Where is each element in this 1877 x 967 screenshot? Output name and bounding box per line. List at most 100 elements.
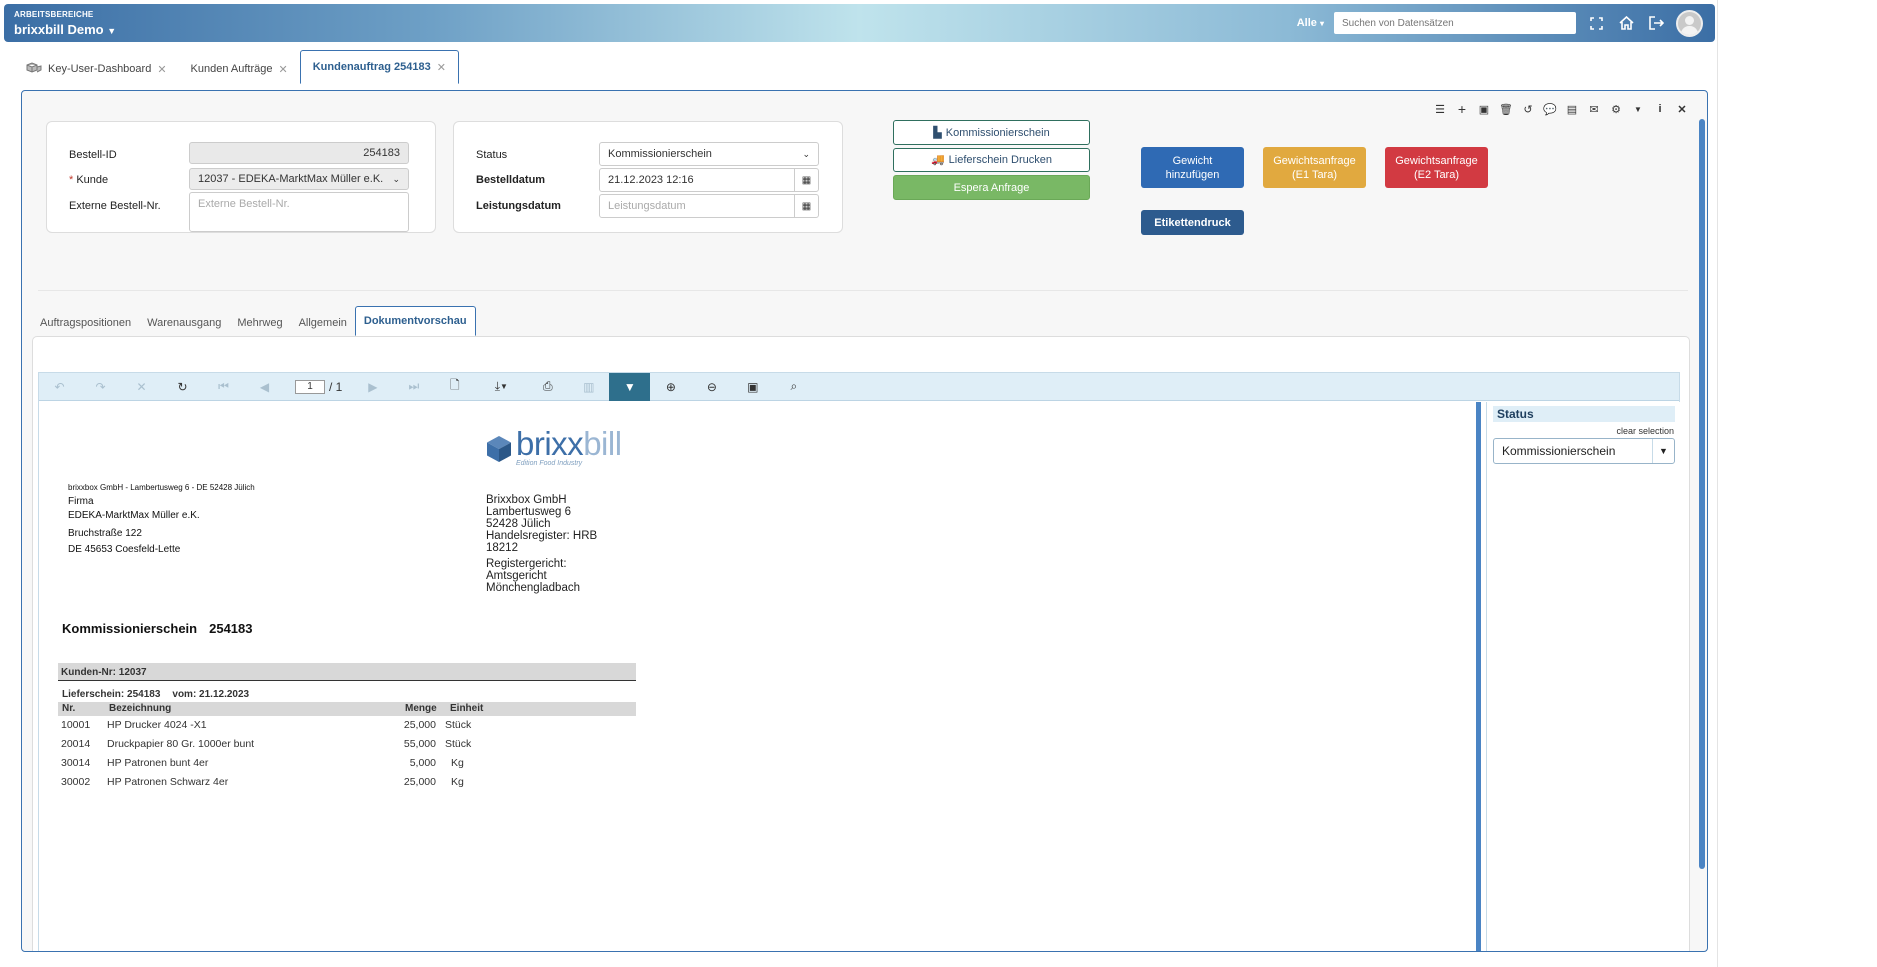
weight-request-e1-button[interactable]: Gewichtsanfrage (E1 Tara) [1263,147,1366,188]
close-icon[interactable]: ✕ [1675,103,1689,116]
customer-number-bar: Kunden-Nr: 12037 [58,663,636,681]
fit-page-icon[interactable]: ▣ [732,373,773,401]
print-layout-icon[interactable]: ▥ [568,373,609,401]
document-icon[interactable]: ▤ [1565,103,1579,116]
zoom-out-icon[interactable]: ⊖ [691,373,732,401]
search-scope-dropdown[interactable]: Alle ▾ [1297,17,1324,29]
filter-icon[interactable]: ▼ [609,372,651,401]
picking-slip-label: Kommissionierschein [945,126,1050,139]
external-order-placeholder: Externe Bestell-Nr. [198,198,290,210]
tab-kundenauftrag[interactable]: Kundenauftrag 254183 ✕ [299,50,459,84]
print-delivery-note-button[interactable]: 🚚 Lieferschein Drucken [893,148,1090,172]
calendar-icon[interactable]: ▦ [794,195,818,217]
tab-mehrweg[interactable]: Mehrweg [229,310,290,336]
tab-dokumentvorschau[interactable]: Dokumentvorschau [354,306,476,336]
dashboard-icon [26,62,42,76]
detail-tabs: Auftragspositionen Warenausgang Mehrweg … [32,306,476,336]
last-page-icon[interactable]: ⏭ [393,373,434,401]
next-page-icon[interactable]: ▶ [352,373,393,401]
prev-page-icon[interactable]: ◀ [244,373,285,401]
settings-icon[interactable]: ⚙ [1609,103,1623,116]
print-delivery-label: Lieferschein Drucken [948,154,1053,166]
document-title: Kommissionierschein 254183 [62,621,253,636]
logout-icon[interactable] [1646,13,1666,33]
table-row: 10001 HP Drucker 4024 -X1 25,000 Stück [58,717,636,733]
app-window: ARBEITSBEREICHE brixxbill Demo ▼ Alle ▾ … [0,0,1718,967]
main-panel: ☰ + ▣ 🗑 ↺ 💬 ▤ ✉ ⚙ ▼ i ✕ Bestell-ID 25418… [21,90,1708,952]
logo-main: brixx [516,425,584,462]
search-icon[interactable]: ⌕ [773,373,814,401]
recipient-line: DE 45653 Coesfeld-Lette [68,544,181,555]
tab-key-user-dashboard[interactable]: Key-User-Dashboard ✕ [14,54,179,84]
company-line: 18212 [486,542,518,554]
scrollbar[interactable] [1699,119,1705,869]
order-date-input[interactable]: 21.12.2023 12:16 ▦ [599,168,819,192]
print-icon[interactable]: ⎙ [527,373,568,401]
caret-down-icon[interactable]: ▼ [1631,105,1645,114]
mail-icon[interactable]: ✉ [1587,103,1601,116]
tab-label: Key-User-Dashboard [48,63,152,75]
close-icon[interactable]: ✕ [157,63,166,76]
status-select[interactable]: Kommissionierschein ⌄ [599,142,819,166]
list-icon[interactable]: ☰ [1433,103,1447,116]
close-icon[interactable]: ✕ [437,61,446,74]
comments-icon[interactable]: 💬 [1543,103,1557,116]
cancel-icon[interactable]: ✕ [121,373,162,401]
tab-kunden-auftraege[interactable]: Kunden Aufträge ✕ [179,54,300,84]
row-quantity: 55,000 [403,738,436,750]
tab-allgemein[interactable]: Allgemein [291,310,355,336]
export-icon[interactable]: ⤓ ▼ [475,373,527,401]
customer-select[interactable]: 12037 - EDEKA-MarktMax Müller e.K. ⌄ [189,168,409,190]
column-description: Bezeichnung [109,703,172,714]
history-icon[interactable]: ↺ [1521,103,1535,116]
redo-icon[interactable]: ↷ [80,373,121,401]
zoom-in-icon[interactable]: ⊕ [650,373,691,401]
first-page-icon[interactable]: ⏮ [203,373,244,401]
page-setup-icon[interactable]: 🗋 [434,373,475,401]
service-date-placeholder: Leistungsdatum [608,200,686,212]
page-number-input[interactable]: 1 [295,379,325,394]
fullscreen-icon[interactable] [1586,13,1606,33]
company-line: Mönchengladbach [486,582,580,594]
espera-request-button[interactable]: Espera Anfrage [893,175,1090,200]
calendar-icon[interactable]: ▦ [794,169,818,191]
external-order-input[interactable]: Externe Bestell-Nr. [189,192,409,232]
weight-request-e2-button[interactable]: Gewichtsanfrage (E2 Tara) [1385,147,1488,188]
tab-auftragspositionen[interactable]: Auftragspositionen [32,310,139,336]
save-icon[interactable]: ▣ [1477,103,1491,116]
label-print-button[interactable]: Etikettendruck [1141,210,1244,235]
order-id-field: 254183 [189,142,409,164]
items-table-header: Nr. Bezeichnung Menge Einheit [58,702,636,716]
search-input[interactable] [1334,12,1576,34]
company-block: Brixxbox GmbH Lambertusweg 6 52428 Jülic… [486,494,597,594]
user-avatar[interactable] [1676,9,1703,37]
weight-e2-label: Gewichtsanfrage [1395,154,1478,167]
chevron-down-icon: ▾ [1319,19,1324,28]
close-icon[interactable]: ✕ [279,63,288,76]
row-quantity: 5,000 [409,757,436,769]
add-icon[interactable]: + [1455,101,1469,117]
sender-line: brixxbox GmbH - Lambertusweg 6 - DE 5242… [68,483,255,492]
clear-selection-link[interactable]: clear selection [1616,426,1674,436]
refresh-icon[interactable]: ↻ [162,373,203,401]
add-weight-button[interactable]: Gewicht hinzufügen [1141,147,1244,188]
delete-icon[interactable]: 🗑 [1499,103,1513,116]
logo-wordmark: brixxbill [516,427,622,461]
status-value: Kommissionierschein [608,148,712,160]
service-date-input[interactable]: Leistungsdatum ▦ [599,194,819,218]
info-icon[interactable]: i [1653,103,1667,115]
company-line: Handelsregister: HRB [486,530,598,542]
row-quantity: 25,000 [403,776,436,788]
workspace-selector[interactable]: brixxbill Demo ▼ [14,22,116,37]
company-line: Amtsgericht [486,570,547,582]
status-parameter-select[interactable]: Kommissionierschein ▼ [1493,438,1675,464]
row-nr: 30014 [61,757,91,769]
tab-warenausgang[interactable]: Warenausgang [139,310,229,336]
undo-icon[interactable]: ↶ [39,373,80,401]
row-unit: Kg [451,776,464,788]
home-icon[interactable] [1616,13,1636,33]
divider [38,290,1688,291]
table-row: 30002 HP Patronen Schwarz 4er 25,000 Kg [58,774,636,790]
order-card: Bestell-ID 254183 * Kunde 12037 - EDEKA-… [46,121,436,233]
picking-slip-button[interactable]: ▙ Kommissionierschein [893,120,1090,145]
